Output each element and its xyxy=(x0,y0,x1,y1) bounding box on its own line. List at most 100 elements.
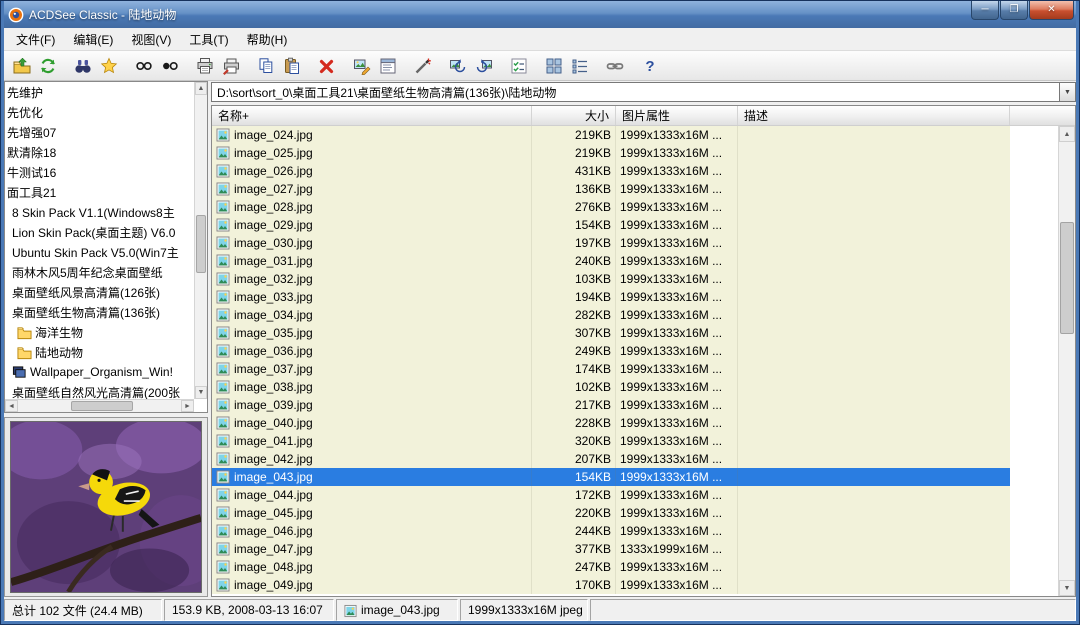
file-row[interactable]: image_034.jpg282KB1999x1333x16M ... xyxy=(212,306,1010,324)
column-header-size[interactable]: 大小 xyxy=(532,106,616,125)
file-row[interactable]: image_047.jpg377KB1333x1999x16M ... xyxy=(212,540,1010,558)
printer-arrow-icon[interactable] xyxy=(218,53,244,79)
file-row[interactable]: image_033.jpg194KB1999x1333x16M ... xyxy=(212,288,1010,306)
maximize-button[interactable]: ❐ xyxy=(1000,1,1028,20)
close-button[interactable]: ✕ xyxy=(1029,1,1074,20)
file-row[interactable]: image_042.jpg207KB1999x1333x16M ... xyxy=(212,450,1010,468)
copy-icon[interactable] xyxy=(253,53,279,79)
folder-up-icon[interactable] xyxy=(9,53,35,79)
file-row[interactable]: image_029.jpg154KB1999x1333x16M ... xyxy=(212,216,1010,234)
file-row[interactable]: image_046.jpg244KB1999x1333x16M ... xyxy=(212,522,1010,540)
file-row[interactable]: image_041.jpg320KB1999x1333x16M ... xyxy=(212,432,1010,450)
tree-item[interactable]: Wallpaper_Organism_Win! xyxy=(5,362,194,382)
help-icon[interactable]: ? xyxy=(637,53,663,79)
column-header-props[interactable]: 图片属性 xyxy=(616,106,738,125)
menu-item[interactable]: 文件(F) xyxy=(7,28,64,51)
file-cell-props: 1999x1333x16M ... xyxy=(616,198,738,216)
file-cell-desc xyxy=(738,144,1010,162)
column-header-name[interactable]: 名称+ xyxy=(212,106,532,125)
scroll-right-arrow-icon[interactable]: ► xyxy=(181,400,194,412)
file-row[interactable]: image_049.jpg170KB1999x1333x16M ... xyxy=(212,576,1010,594)
menu-item[interactable]: 帮助(H) xyxy=(238,28,297,51)
menu-item[interactable]: 视图(V) xyxy=(122,28,180,51)
file-row[interactable]: image_024.jpg219KB1999x1333x16M ... xyxy=(212,126,1010,144)
tree-item[interactable]: 默清除18 xyxy=(5,142,194,162)
file-row[interactable]: image_031.jpg240KB1999x1333x16M ... xyxy=(212,252,1010,270)
delete-icon[interactable] xyxy=(314,53,340,79)
tree-item[interactable]: 雨林木风5周年纪念桌面壁纸 xyxy=(5,262,194,282)
photo-rotate-left-icon[interactable] xyxy=(445,53,471,79)
file-row[interactable]: image_025.jpg219KB1999x1333x16M ... xyxy=(212,144,1010,162)
tree-item[interactable]: Ubuntu Skin Pack V5.0(Win7主 xyxy=(5,242,194,262)
image-edit-icon[interactable] xyxy=(349,53,375,79)
two-circles-outline-icon[interactable] xyxy=(131,53,157,79)
paste-icon[interactable] xyxy=(279,53,305,79)
file-row[interactable]: image_038.jpg102KB1999x1333x16M ... xyxy=(212,378,1010,396)
file-row[interactable]: image_036.jpg249KB1999x1333x16M ... xyxy=(212,342,1010,360)
file-row[interactable]: image_045.jpg220KB1999x1333x16M ... xyxy=(212,504,1010,522)
file-cell-props: 1999x1333x16M ... xyxy=(616,396,738,414)
address-input[interactable] xyxy=(211,82,1059,102)
toolbar: ? xyxy=(4,51,1076,81)
tree-item[interactable]: 牛测试16 xyxy=(5,162,194,182)
file-row[interactable]: image_026.jpg431KB1999x1333x16M ... xyxy=(212,162,1010,180)
thumbnails-view-icon[interactable] xyxy=(541,53,567,79)
file-cell-desc xyxy=(738,504,1010,522)
preview-image-bird xyxy=(10,421,202,593)
file-row[interactable]: image_040.jpg228KB1999x1333x16M ... xyxy=(212,414,1010,432)
file-row[interactable]: image_048.jpg247KB1999x1333x16M ... xyxy=(212,558,1010,576)
tree-item[interactable]: 桌面壁纸风景高清篇(126张) xyxy=(5,282,194,302)
tree-horizontal-scrollbar[interactable]: ◄ ► xyxy=(5,399,194,412)
menu-item[interactable]: 编辑(E) xyxy=(64,28,122,51)
file-row[interactable]: image_039.jpg217KB1999x1333x16M ... xyxy=(212,396,1010,414)
tree-item[interactable]: 面工具21 xyxy=(5,182,194,202)
file-row[interactable]: image_030.jpg197KB1999x1333x16M ... xyxy=(212,234,1010,252)
file-row[interactable]: image_035.jpg307KB1999x1333x16M ... xyxy=(212,324,1010,342)
file-row[interactable]: image_037.jpg174KB1999x1333x16M ... xyxy=(212,360,1010,378)
scroll-up-arrow-icon[interactable]: ▲ xyxy=(195,82,207,95)
tree-item[interactable]: Lion Skin Pack(桌面主题) V6.0 xyxy=(5,222,194,242)
scroll-left-arrow-icon[interactable]: ◄ xyxy=(5,400,18,412)
menu-item[interactable]: 工具(T) xyxy=(180,28,237,51)
list-vertical-scrollbar[interactable]: ▲ ▼ xyxy=(1058,126,1075,596)
file-cell-name: image_041.jpg xyxy=(212,432,532,450)
two-circles-filled-icon[interactable] xyxy=(157,53,183,79)
star-icon[interactable] xyxy=(96,53,122,79)
file-row[interactable]: image_028.jpg276KB1999x1333x16M ... xyxy=(212,198,1010,216)
file-row[interactable]: image_043.jpg154KB1999x1333x16M ... xyxy=(212,468,1010,486)
tree-item[interactable]: 桌面壁纸自然风光高清篇(200张 xyxy=(5,382,194,399)
tree-item[interactable]: 先维护 xyxy=(5,82,194,102)
status-filler xyxy=(590,599,1076,621)
tree-item[interactable]: 先优化 xyxy=(5,102,194,122)
scrollbar-thumb[interactable] xyxy=(196,215,206,273)
file-row[interactable]: image_044.jpg172KB1999x1333x16M ... xyxy=(212,486,1010,504)
file-row[interactable]: image_032.jpg103KB1999x1333x16M ... xyxy=(212,270,1010,288)
scroll-down-arrow-icon[interactable]: ▼ xyxy=(195,386,207,399)
link-icon[interactable] xyxy=(602,53,628,79)
binoculars-icon[interactable] xyxy=(70,53,96,79)
tree-item-label: 桌面壁纸生物高清篇(136张) xyxy=(12,304,160,321)
properties-panel-icon[interactable] xyxy=(375,53,401,79)
scrollbar-thumb[interactable] xyxy=(71,401,133,411)
scrollbar-thumb[interactable] xyxy=(1060,222,1074,334)
wand-sparks-icon[interactable] xyxy=(410,53,436,79)
tree-item[interactable]: 先增强07 xyxy=(5,122,194,142)
file-name-text: image_029.jpg xyxy=(234,218,313,232)
status-file-props: 1999x1333x16M jpeg xyxy=(460,599,588,621)
tree-vertical-scrollbar[interactable]: ▲ ▼ xyxy=(194,82,207,399)
tree-item[interactable]: 陆地动物 xyxy=(5,342,194,362)
file-row[interactable]: image_027.jpg136KB1999x1333x16M ... xyxy=(212,180,1010,198)
details-view-icon[interactable] xyxy=(567,53,593,79)
tree-item[interactable]: 8 Skin Pack V1.1(Windows8主 xyxy=(5,202,194,222)
address-dropdown-button[interactable]: ▼ xyxy=(1059,82,1076,102)
photo-rotate-right-icon[interactable] xyxy=(471,53,497,79)
refresh-icon[interactable] xyxy=(35,53,61,79)
printer-icon[interactable] xyxy=(192,53,218,79)
minimize-button[interactable]: ─ xyxy=(971,1,999,20)
tree-item[interactable]: 桌面壁纸生物高清篇(136张) xyxy=(5,302,194,322)
scroll-up-arrow-icon[interactable]: ▲ xyxy=(1059,126,1075,142)
column-header-desc[interactable]: 描述 xyxy=(738,106,1010,125)
checklist-icon[interactable] xyxy=(506,53,532,79)
tree-item[interactable]: 海洋生物 xyxy=(5,322,194,342)
scroll-down-arrow-icon[interactable]: ▼ xyxy=(1059,580,1075,596)
